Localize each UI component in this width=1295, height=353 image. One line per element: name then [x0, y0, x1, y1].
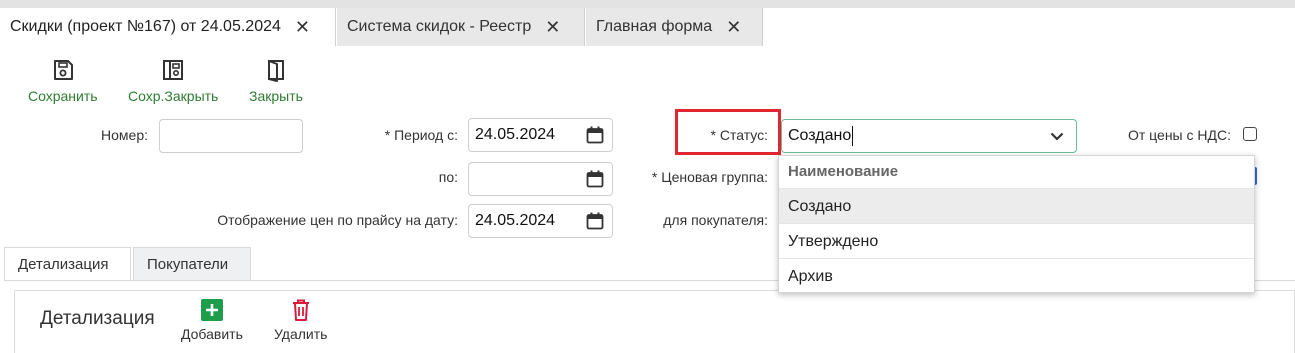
calendar-icon[interactable] — [586, 170, 604, 188]
save-close-icon — [163, 60, 184, 80]
tab-discounts-project[interactable]: Скидки (проект №167) от 24.05.2024 ✕ — [0, 8, 336, 46]
calendar-icon[interactable] — [586, 212, 604, 230]
period-from-input[interactable]: 24.05.2024 — [468, 118, 613, 152]
dropdown-header: Наименование — [788, 163, 899, 180]
tab-label: Детализация — [18, 256, 109, 273]
price-display-label: Отображение цен по прайсу на дату: — [217, 212, 458, 228]
tab-label: Главная форма — [596, 18, 713, 35]
price-display-date-input[interactable]: 24.05.2024 — [468, 204, 613, 238]
delete-button[interactable]: Удалить — [274, 298, 327, 342]
chevron-down-icon[interactable] — [1050, 132, 1064, 141]
number-label: Номер: — [101, 127, 148, 143]
close-label: Закрыть — [249, 88, 303, 104]
vat-label: От цены с НДС: — [1127, 127, 1231, 143]
save-close-button[interactable]: Сохр.Закрыть — [128, 58, 218, 104]
trash-icon — [292, 299, 309, 321]
plus-icon — [200, 299, 223, 321]
dropdown-option-approved[interactable]: Утверждено — [779, 223, 1254, 258]
detail-panel-title: Детализация — [40, 308, 155, 329]
tab-label: Покупатели — [147, 256, 229, 273]
status-select[interactable]: Создано — [781, 119, 1077, 153]
period-to-input[interactable] — [468, 162, 613, 196]
tab-discount-registry[interactable]: Система скидок - Реестр ✕ — [337, 8, 585, 46]
delete-label: Удалить — [274, 326, 328, 342]
close-button[interactable]: Закрыть — [249, 58, 303, 104]
door-icon — [267, 60, 284, 82]
calendar-icon[interactable] — [586, 126, 604, 144]
save-icon — [53, 60, 73, 80]
status-highlight-box — [675, 109, 781, 155]
text-cursor — [852, 126, 854, 146]
tab-label: Скидки (проект №167) от 24.05.2024 — [10, 18, 281, 35]
tab-label: Система скидок - Реестр — [347, 18, 532, 35]
close-icon[interactable]: ✕ — [295, 17, 310, 38]
period-from-value: 24.05.2024 — [475, 126, 556, 143]
buyer-label: для покупателя: — [663, 212, 768, 228]
save-label: Сохранить — [28, 88, 98, 104]
dropdown-option-archive[interactable]: Архив — [779, 258, 1254, 293]
price-display-value: 24.05.2024 — [475, 212, 556, 229]
save-close-label: Сохр.Закрыть — [128, 88, 219, 104]
tab-buyers[interactable]: Покупатели — [133, 247, 251, 281]
document-tab-bar: Скидки (проект №167) от 24.05.2024 ✕ Сис… — [0, 0, 1295, 46]
save-button[interactable]: Сохранить — [28, 58, 98, 104]
status-value: Создано — [788, 127, 852, 144]
dropdown-option-created[interactable]: Создано — [779, 188, 1254, 223]
close-icon[interactable]: ✕ — [545, 17, 560, 38]
number-input[interactable] — [159, 119, 303, 153]
tab-details[interactable]: Детализация — [4, 247, 131, 281]
tab-strip-background — [0, 0, 1295, 8]
period-from-label: * Период с: — [384, 127, 458, 143]
period-to-label: по: — [438, 169, 458, 185]
vat-checkbox[interactable] — [1243, 127, 1257, 141]
status-dropdown-list: Наименование Создано Утверждено Архив — [778, 155, 1255, 293]
price-group-label: * Ценовая группа: — [651, 169, 768, 185]
close-icon[interactable]: ✕ — [726, 17, 741, 38]
add-button[interactable]: Добавить — [181, 298, 243, 342]
tab-main-form[interactable]: Главная форма ✕ — [586, 8, 763, 46]
add-label: Добавить — [181, 326, 243, 342]
